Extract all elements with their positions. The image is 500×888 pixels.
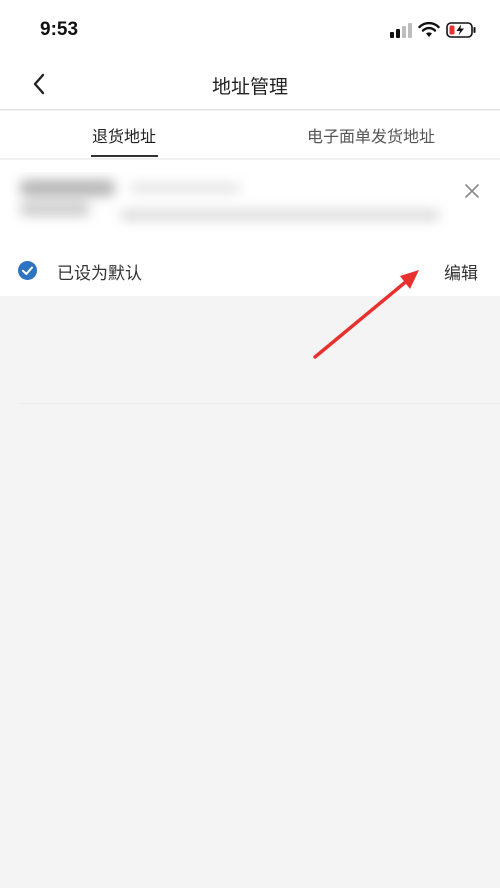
nav-bar: 地址管理 — [0, 58, 500, 110]
battery-charging-icon — [446, 22, 476, 38]
cellular-signal-icon — [390, 23, 412, 38]
edit-button[interactable]: 编辑 — [444, 259, 478, 284]
default-address-label: 已设为默认 — [57, 264, 142, 284]
wifi-icon — [418, 22, 440, 37]
status-time: 9:53 — [40, 19, 79, 40]
status-bar: 9:53 — [0, 0, 500, 58]
tab-bar: 退货地址 电子面单发货地址 — [0, 111, 500, 159]
tab-return-address[interactable]: 退货地址 — [92, 123, 156, 147]
tab-e-waybill-shipping-address[interactable]: 电子面单发货地址 — [307, 123, 435, 147]
close-icon — [465, 184, 479, 198]
page-title: 地址管理 — [211, 76, 288, 98]
status-icons — [390, 20, 476, 40]
close-button[interactable] — [463, 182, 481, 200]
active-tab-indicator — [91, 155, 158, 157]
card-divider — [18, 403, 500, 404]
blurred-address-text — [20, 180, 440, 220]
check-circle-icon[interactable] — [18, 261, 37, 280]
